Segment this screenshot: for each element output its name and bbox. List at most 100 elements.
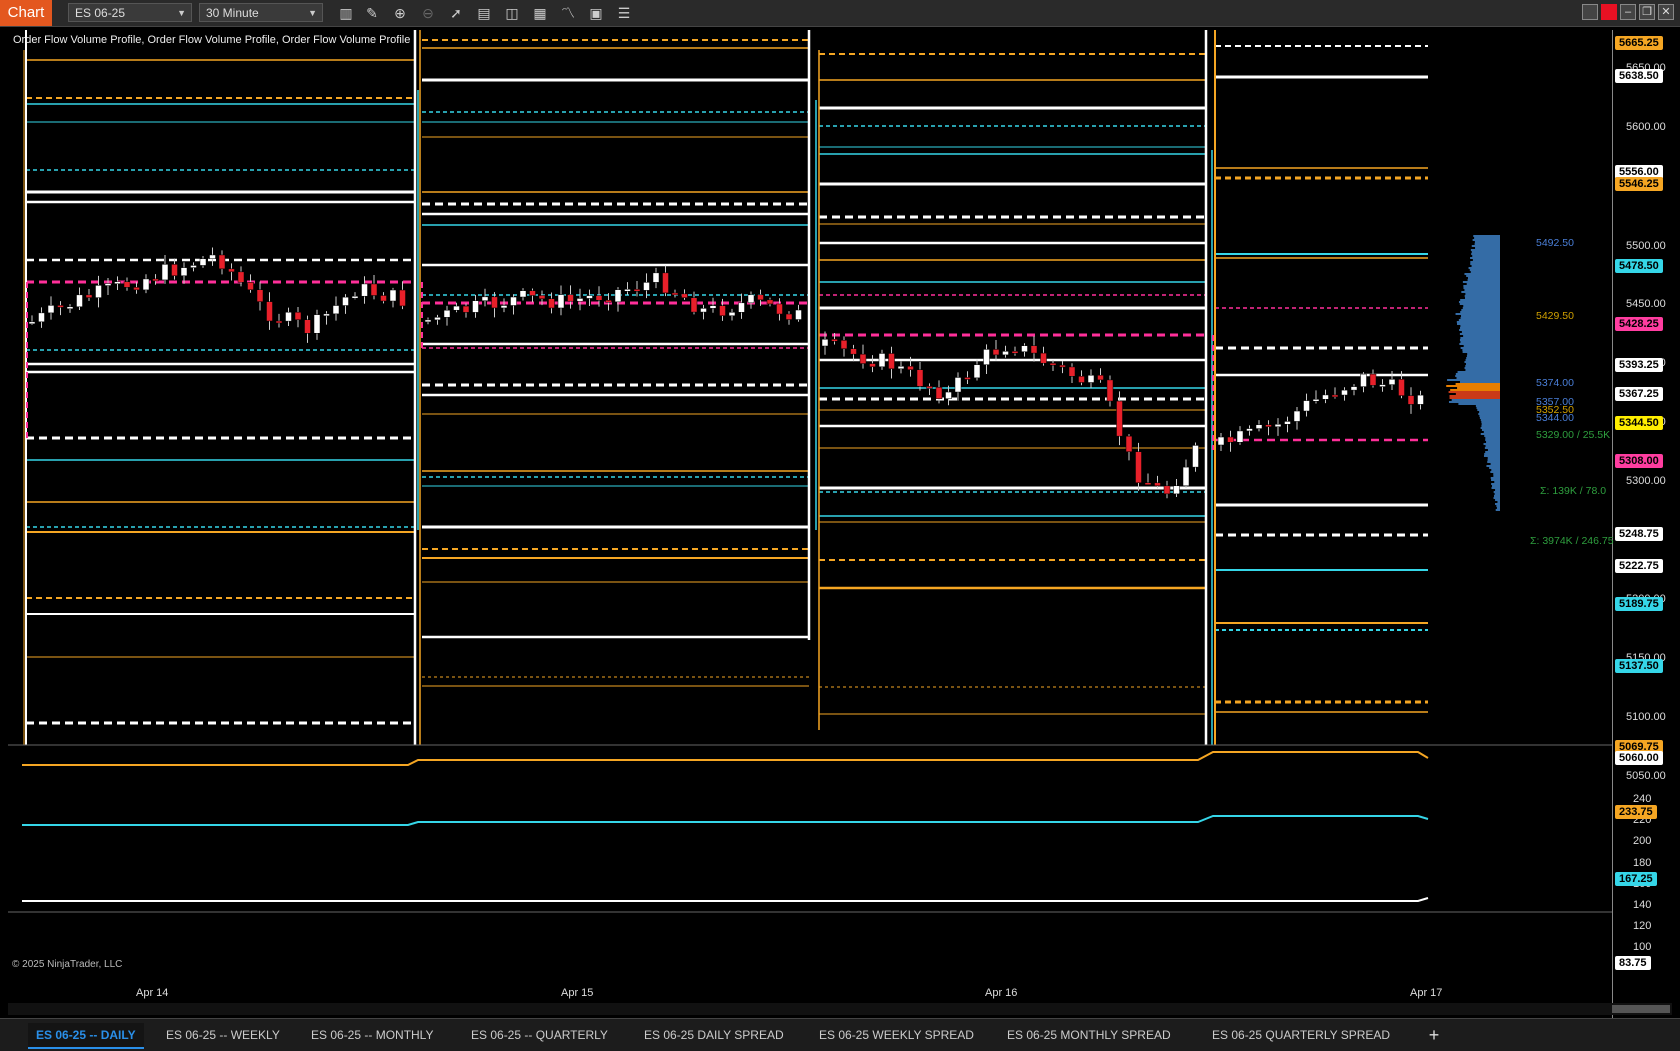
tab-weekly-spread[interactable]: ES 06-25 WEEKLY SPREAD bbox=[811, 1023, 982, 1047]
indicators-icon[interactable]: 〽 bbox=[558, 3, 578, 23]
candle-body bbox=[945, 391, 952, 399]
profile-bar bbox=[1495, 503, 1500, 505]
profile-bar bbox=[1491, 487, 1500, 489]
link-color-icon[interactable] bbox=[1601, 4, 1617, 20]
volume-profile-histogram bbox=[1446, 235, 1500, 511]
tab-monthly[interactable]: ES 06-25 -- MONTHLY bbox=[303, 1023, 441, 1047]
candle-body bbox=[548, 298, 555, 309]
zoom-in-icon[interactable]: ⊕ bbox=[390, 3, 410, 23]
candle-body bbox=[1388, 379, 1396, 385]
price-chart[interactable] bbox=[8, 30, 1612, 1002]
candle-body bbox=[690, 297, 698, 313]
profile-bar bbox=[1465, 293, 1500, 295]
profile-bar bbox=[1461, 315, 1500, 317]
candle-body bbox=[351, 295, 359, 299]
chevron-down-icon: ▼ bbox=[308, 8, 317, 18]
profile-bar bbox=[1461, 331, 1500, 333]
instrument-value: ES 06-25 bbox=[75, 6, 126, 20]
restore-icon[interactable]: ❐ bbox=[1639, 4, 1655, 20]
date-label: Apr 17 bbox=[1410, 987, 1443, 999]
draw-pencil-icon[interactable]: ✎ bbox=[362, 3, 382, 23]
close-icon[interactable]: ✕ bbox=[1658, 4, 1674, 20]
profile-bar bbox=[1455, 373, 1500, 375]
profile-bar bbox=[1460, 341, 1500, 343]
price-tick: 5600.00 bbox=[1626, 121, 1666, 133]
list-icon[interactable]: ☰ bbox=[614, 3, 634, 23]
profile-bar bbox=[1485, 451, 1500, 453]
interval-selector[interactable]: 30 Minute ▼ bbox=[199, 3, 323, 22]
candle-body bbox=[1265, 424, 1272, 428]
profile-bar bbox=[1483, 443, 1500, 445]
strategies-icon[interactable]: ▣ bbox=[586, 3, 606, 23]
profile-bar bbox=[1497, 501, 1500, 503]
add-tab-icon[interactable]: + bbox=[1424, 1023, 1444, 1047]
indicator-tick: 100 bbox=[1633, 941, 1652, 953]
profile-bar bbox=[1481, 423, 1500, 425]
profile-bar bbox=[1485, 439, 1500, 441]
profile-label: Σ: 3974K / 246.75 bbox=[1530, 535, 1614, 547]
scroll-thumb[interactable] bbox=[1612, 1005, 1670, 1013]
templates-icon[interactable]: ▦ bbox=[530, 3, 550, 23]
profile-bar bbox=[1494, 493, 1500, 495]
profile-bar bbox=[1490, 477, 1500, 479]
candle-body bbox=[199, 258, 207, 266]
candle-body bbox=[859, 353, 867, 364]
profile-bar bbox=[1455, 383, 1500, 385]
profile-bar bbox=[1491, 483, 1500, 485]
pointer-icon[interactable]: ➚ bbox=[446, 3, 466, 23]
profile-bar bbox=[1459, 303, 1500, 305]
candle-body bbox=[633, 289, 641, 292]
indicator-tick: 240 bbox=[1633, 793, 1652, 805]
profile-bar bbox=[1459, 329, 1500, 331]
candle-body bbox=[95, 285, 102, 298]
copyright-text: © 2025 NinjaTrader, LLC bbox=[12, 959, 123, 970]
price-tag: 5367.25 bbox=[1615, 387, 1663, 401]
data-box-icon[interactable]: ▤ bbox=[474, 3, 494, 23]
candle-body bbox=[76, 294, 83, 308]
minimize-icon[interactable]: – bbox=[1620, 4, 1636, 20]
profile-bar bbox=[1476, 407, 1500, 409]
zoom-out-icon[interactable]: ⊖ bbox=[418, 3, 438, 23]
profile-bar bbox=[1464, 295, 1500, 297]
tab-weekly[interactable]: ES 06-25 -- WEEKLY bbox=[158, 1023, 288, 1047]
candle-body bbox=[595, 295, 603, 301]
candle-body bbox=[1144, 482, 1152, 486]
profile-bar bbox=[1460, 325, 1500, 327]
profile-bar bbox=[1463, 335, 1500, 337]
bar-style-icon[interactable]: ▥ bbox=[336, 3, 356, 23]
profile-bar bbox=[1463, 285, 1500, 287]
profile-bar bbox=[1464, 273, 1500, 275]
profile-bar bbox=[1466, 357, 1500, 359]
app-badge[interactable]: Chart bbox=[0, 0, 52, 26]
profile-bar bbox=[1485, 445, 1500, 447]
instrument-selector[interactable]: ES 06-25 ▼ bbox=[68, 3, 192, 22]
horizontal-scrollbar[interactable] bbox=[8, 1003, 1672, 1015]
candle-body bbox=[916, 369, 924, 387]
profile-bar bbox=[1457, 387, 1500, 389]
profile-bar bbox=[1465, 369, 1500, 371]
profile-bar bbox=[1462, 349, 1500, 351]
tab-quarterly[interactable]: ES 06-25 -- QUARTERLY bbox=[463, 1023, 616, 1047]
profile-bar bbox=[1459, 339, 1500, 341]
profile-bar bbox=[1459, 343, 1500, 345]
tab-daily-spread[interactable]: ES 06-25 DAILY SPREAD bbox=[636, 1023, 792, 1047]
profile-bar bbox=[1462, 351, 1500, 353]
candle-body bbox=[434, 317, 441, 321]
tab-quarterly-spread[interactable]: ES 06-25 QUARTERLY SPREAD bbox=[1204, 1023, 1398, 1047]
profile-bar bbox=[1483, 455, 1500, 457]
profile-bar bbox=[1493, 497, 1500, 499]
profile-bar bbox=[1470, 261, 1500, 263]
profile-bar bbox=[1487, 457, 1500, 459]
candle-body bbox=[85, 294, 93, 298]
candle-body bbox=[1182, 466, 1190, 487]
tab-daily[interactable]: ES 06-25 -- DAILY bbox=[28, 1023, 144, 1049]
tab-monthly-spread[interactable]: ES 06-25 MONTHLY SPREAD bbox=[999, 1023, 1179, 1047]
profile-bar bbox=[1448, 391, 1500, 393]
candle-body bbox=[567, 294, 574, 302]
properties-icon[interactable]: ◫ bbox=[502, 3, 522, 23]
window-menu-icon[interactable] bbox=[1582, 4, 1598, 20]
candle-body bbox=[1293, 410, 1301, 422]
candle-body bbox=[1125, 435, 1133, 452]
date-label: Apr 15 bbox=[561, 987, 594, 999]
candle-body bbox=[757, 294, 764, 301]
